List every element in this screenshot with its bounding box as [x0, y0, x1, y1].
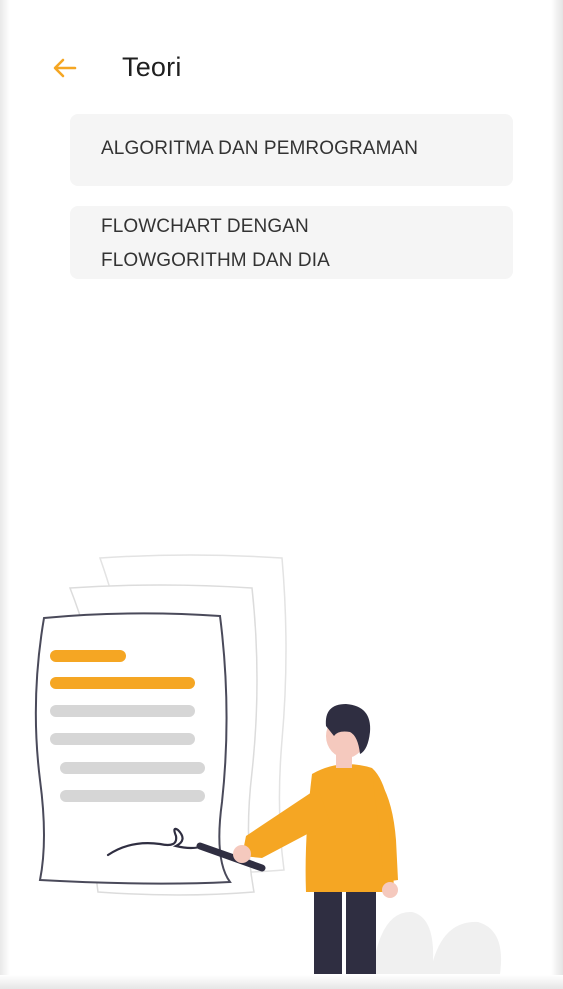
illustration [34, 554, 502, 974]
plant-decoration [372, 911, 434, 974]
document-line [60, 790, 205, 802]
menu-item-algoritma[interactable]: ALGORITMA DAN PEMROGRAMAN [70, 114, 513, 186]
document-line [60, 762, 205, 774]
menu-item-flowchart[interactable]: FLOWCHART DENGAN FLOWGORITHM DAN DIA [70, 206, 513, 279]
arrow-left-icon [53, 58, 77, 78]
person-leg [346, 884, 376, 974]
document-line [50, 677, 195, 689]
plant-decoration [430, 921, 502, 974]
person-hand [233, 845, 251, 863]
app-screen: Teori ALGORITMA DAN PEMROGRAMAN FLOWCHAR… [0, 0, 563, 989]
app-header: Teori [0, 40, 563, 96]
person-leg [314, 884, 342, 974]
page-title: Teori [122, 52, 182, 82]
menu-item-label: FLOWCHART DENGAN FLOWGORITHM DAN DIA [101, 216, 330, 271]
document-line [50, 705, 195, 717]
back-button[interactable] [46, 50, 84, 86]
document-line [50, 650, 126, 662]
person-hand [382, 882, 398, 898]
menu-item-label: ALGORITMA DAN PEMROGRAMAN [101, 138, 419, 159]
document-line [50, 733, 195, 745]
